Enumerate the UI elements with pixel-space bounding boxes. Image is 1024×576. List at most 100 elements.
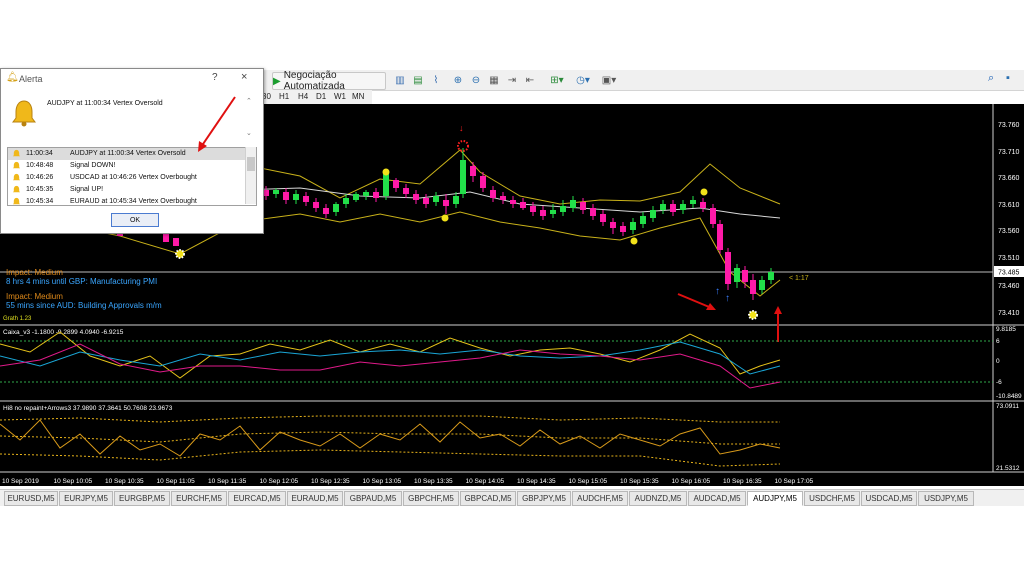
- candle-body: [742, 270, 748, 282]
- tab-gbpchf-m5[interactable]: GBPCHF,M5: [403, 491, 459, 506]
- list-item[interactable]: 10:46:26 USDCAD at 10:46:26 Vertex Overb…: [8, 172, 248, 184]
- candle-body: [590, 208, 596, 216]
- auto-trading-label: Negociação Automatizada: [283, 70, 345, 92]
- candle-body: [560, 206, 566, 212]
- row-message: Signal UP!: [70, 186, 104, 193]
- ind2-tick: 21.5312: [996, 465, 1020, 472]
- vertex-star-marker: [748, 310, 758, 320]
- down-arrow-icon: ↓: [459, 123, 464, 133]
- periods-icon[interactable]: ◷▾: [572, 72, 594, 88]
- timeframe-bar: 30 H1 H4 D1 W1 MN: [262, 90, 372, 104]
- tab-usdjpy-m5[interactable]: USDJPY,M5: [918, 491, 974, 506]
- indicators-icon[interactable]: ⊞▾: [546, 72, 568, 88]
- tab-eurchf-m5[interactable]: EURCHF,M5: [171, 491, 227, 506]
- scroll-up-icon[interactable]: ⌃: [246, 97, 252, 105]
- candle-body: [303, 196, 309, 202]
- candle-body: [620, 226, 626, 232]
- row-time: 10:46:26: [26, 174, 54, 181]
- tab-gbpcad-m5[interactable]: GBPCAD,M5: [460, 491, 516, 506]
- line-chart-icon[interactable]: ⌇: [428, 72, 444, 88]
- tile-windows-icon[interactable]: ▦: [486, 72, 502, 88]
- tf-d1[interactable]: D1: [316, 92, 326, 101]
- list-item[interactable]: 10:45:34 EURAUD at 10:45:34 Vertex Overb…: [8, 196, 248, 205]
- candle-body: [333, 204, 339, 212]
- ind2-lower-dotted: [0, 449, 781, 467]
- tab-usdcad-m5[interactable]: USDCAD,M5: [861, 491, 917, 506]
- candle-timer: < 1:17: [789, 275, 809, 282]
- candle-body: [510, 200, 516, 204]
- main-toolbar: ▶ Negociação Automatizada ▥ ▤ ⌇ ⊕ ⊖ ▦ ⇥ …: [262, 70, 1024, 92]
- bell-icon: [12, 149, 21, 157]
- candle-body: [630, 222, 636, 230]
- zoom-in-icon[interactable]: ⊕: [450, 72, 466, 88]
- candle-body: [768, 272, 774, 280]
- scroll-thumb[interactable]: [247, 157, 255, 171]
- signal-dot: [630, 237, 638, 245]
- ind1-scale: 9.8185 6 0 -6 -10.8489: [996, 326, 1022, 400]
- tab-audcad-m5[interactable]: AUDCAD,M5: [688, 491, 746, 506]
- signal-dot: [382, 168, 390, 176]
- row-time: 10:45:35: [26, 186, 54, 193]
- tab-usdchf-m5[interactable]: USDCHF,M5: [804, 491, 860, 506]
- tab-eurgbp-m5[interactable]: EURGBP,M5: [114, 491, 170, 506]
- zoom-out-icon[interactable]: ⊖: [468, 72, 484, 88]
- list-item[interactable]: 10:48:48 Signal DOWN!: [8, 160, 248, 172]
- help-button[interactable]: ?: [212, 72, 218, 83]
- templates-icon[interactable]: ▣▾: [598, 72, 620, 88]
- candle-body: [520, 202, 526, 208]
- time-tick: 10 Sep 10:05: [54, 478, 93, 485]
- list-item[interactable]: 10:45:35 Signal UP!: [8, 184, 248, 196]
- candle-body: [717, 224, 723, 250]
- ind1-yellow-line: [0, 331, 781, 379]
- close-button[interactable]: ×: [241, 71, 247, 83]
- chart-shift-icon[interactable]: ⇤: [522, 72, 538, 88]
- tab-gbpjpy-m5[interactable]: GBPJPY,M5: [517, 491, 571, 506]
- ind1-tick: 9.8185: [996, 326, 1016, 333]
- tab-audjpy-m5[interactable]: AUDJPY,M5: [747, 491, 803, 506]
- bar-chart-icon[interactable]: ▥: [392, 72, 408, 88]
- chat-icon[interactable]: ▪: [1006, 72, 1010, 84]
- search-icon[interactable]: ⌕: [988, 72, 994, 85]
- autoscroll-icon[interactable]: ⇥: [504, 72, 520, 88]
- price-tick: 73.710: [998, 149, 1020, 156]
- row-time: 10:48:48: [26, 162, 54, 169]
- candle-body: [293, 194, 299, 200]
- ind1-tick: -6: [996, 379, 1002, 386]
- candle-body: [700, 202, 706, 208]
- ind1-tick: -10.8489: [996, 393, 1022, 400]
- list-scrollbar[interactable]: [245, 147, 256, 204]
- candle-chart-icon[interactable]: ▤: [410, 72, 426, 88]
- candle-body: [173, 238, 179, 246]
- candle-body: [570, 200, 576, 208]
- tab-gbpaud-m5[interactable]: GBPAUD,M5: [344, 491, 402, 506]
- ind2-scale: 73.0911 21.5312: [996, 403, 1020, 472]
- tab-eurjpy-m5[interactable]: EURJPY,M5: [59, 491, 113, 506]
- tf-mn[interactable]: MN: [352, 92, 364, 101]
- tab-audchf-m5[interactable]: AUDCHF,M5: [572, 491, 628, 506]
- auto-trading-button[interactable]: ▶ Negociação Automatizada: [272, 70, 386, 92]
- candle-body: [373, 192, 379, 198]
- signal-dot: [700, 188, 708, 196]
- tab-eurusd-m5[interactable]: EURUSD,M5: [4, 491, 58, 506]
- ind2-upper-dotted: [0, 415, 780, 423]
- candle-body: [759, 280, 765, 290]
- candle-body: [460, 160, 466, 194]
- candle-body: [443, 200, 449, 206]
- tf-h4[interactable]: H4: [298, 92, 308, 101]
- bell-icon: [12, 185, 21, 193]
- candle-body: [480, 176, 486, 188]
- candle-body: [413, 194, 419, 200]
- tab-euraud-m5[interactable]: EURAUD,M5: [287, 491, 343, 506]
- candle-body: [273, 190, 279, 194]
- tab-eurcad-m5[interactable]: EURCAD,M5: [228, 491, 286, 506]
- news-impact-1: Impact: Medium: [6, 268, 63, 277]
- tf-h1[interactable]: H1: [279, 92, 289, 101]
- scroll-down-icon[interactable]: ⌄: [246, 129, 252, 137]
- candle-body: [313, 202, 319, 208]
- ok-button[interactable]: OK: [111, 213, 159, 227]
- time-tick: 10 Sep 12:05: [260, 478, 299, 485]
- candle-body: [353, 194, 359, 200]
- tf-w1[interactable]: W1: [334, 92, 346, 101]
- tab-audnzd-m5[interactable]: AUDNZD,M5: [629, 491, 687, 506]
- alert-history-list[interactable]: 11:00:34 AUDJPY at 11:00:34 Vertex Overs…: [7, 147, 257, 206]
